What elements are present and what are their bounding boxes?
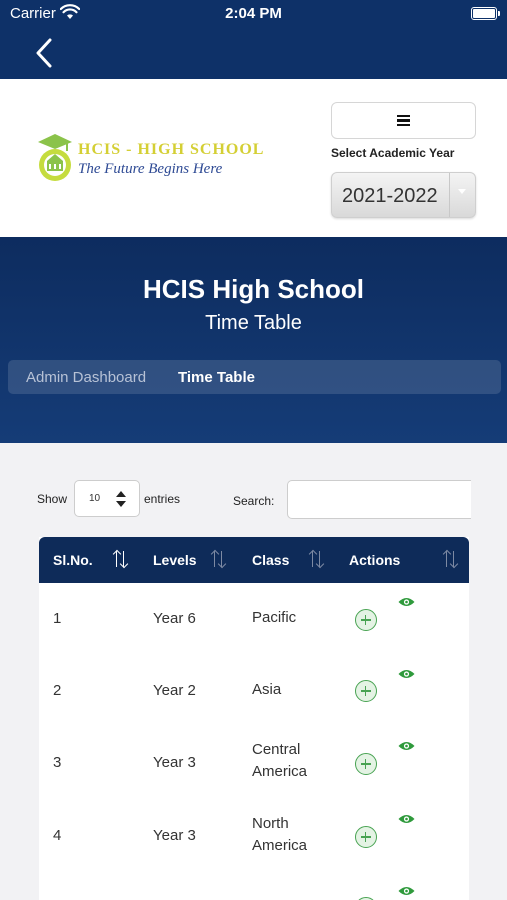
dropdown-arrow-icon — [449, 173, 475, 217]
show-label: Show — [37, 492, 68, 506]
cell-class: Pacific — [252, 609, 297, 626]
cell-level: Year 2 — [153, 682, 196, 699]
eye-icon[interactable] — [398, 668, 415, 680]
table-row: 3 Year 3 Central America — [39, 727, 469, 799]
page-title: HCIS High School — [143, 274, 364, 304]
eye-icon[interactable] — [398, 740, 415, 752]
search-label: Search: — [233, 494, 275, 508]
status-bar: Carrier 2:04 PM — [0, 0, 507, 28]
column-header-sl-no[interactable]: Sl.No. — [53, 552, 93, 568]
add-circle-icon[interactable] — [355, 753, 377, 775]
sort-icon[interactable] — [443, 551, 457, 568]
table-row: 2 Year 2 Asia — [39, 655, 469, 727]
search-input[interactable] — [287, 480, 471, 519]
cell-sl-no: 2 — [53, 682, 62, 699]
page-subtitle: Time Table — [205, 312, 302, 334]
column-header-levels[interactable]: Levels — [153, 552, 197, 568]
battery-icon — [471, 7, 500, 20]
breadcrumb: Admin Dashboard Time Table — [8, 360, 501, 394]
table-header: Sl.No. Levels Class Actions — [39, 537, 469, 583]
eye-icon[interactable] — [398, 885, 415, 897]
school-name: HCIS - HIGH SCHOOL — [78, 141, 265, 158]
table-row: 4 Year 3 North America — [39, 799, 469, 871]
column-header-class[interactable]: Class — [252, 552, 289, 568]
add-circle-icon[interactable] — [355, 826, 377, 848]
table-row — [39, 871, 469, 900]
sort-icon[interactable] — [113, 551, 127, 568]
cell-level: Year 3 — [153, 827, 196, 844]
entries-label: entries — [144, 492, 181, 506]
back-chevron-icon[interactable] — [30, 36, 60, 70]
cell-class: North America — [252, 815, 308, 854]
school-crest-icon — [38, 134, 72, 181]
menu-button[interactable] — [331, 102, 476, 139]
hamburger-menu-icon — [397, 115, 410, 126]
add-circle-icon[interactable] — [355, 609, 377, 631]
cell-sl-no: 4 — [53, 827, 62, 844]
sort-icon[interactable] — [211, 551, 225, 568]
breadcrumb-time-table: Time Table — [178, 369, 255, 386]
table-controls: Show 10 entries Search: — [0, 480, 507, 520]
navigation-bar: Carrier 2:04 PM — [0, 0, 507, 79]
cell-class: Asia — [252, 681, 282, 698]
entries-value: 10 — [89, 493, 101, 504]
cell-class: Central America — [252, 741, 308, 780]
breadcrumb-admin-dashboard[interactable]: Admin Dashboard — [26, 369, 146, 386]
app-header: HCIS - HIGH SCHOOL The Future Begins Her… — [0, 79, 507, 237]
cell-level: Year 3 — [153, 754, 196, 771]
table-row: 1 Year 6 Pacific — [39, 583, 469, 655]
eye-icon[interactable] — [398, 813, 415, 825]
cell-sl-no: 1 — [53, 610, 62, 627]
add-circle-icon[interactable] — [355, 680, 377, 702]
entries-select[interactable]: 10 — [74, 480, 140, 517]
status-time: 2:04 PM — [225, 5, 282, 22]
school-tagline: The Future Begins Here — [78, 161, 223, 177]
cell-level: Year 6 — [153, 610, 196, 627]
school-logo: HCIS - HIGH SCHOOL The Future Begins Her… — [36, 131, 276, 187]
sort-icon[interactable] — [309, 551, 323, 568]
page-hero: HCIS High School Time Table Admin Dashbo… — [0, 237, 507, 443]
timetable-table: Sl.No. Levels Class Actions 1 Year 6 Pac… — [39, 537, 469, 900]
select-arrows-icon — [116, 491, 126, 507]
academic-year-value: 2021-2022 — [342, 185, 438, 207]
cell-sl-no: 3 — [53, 754, 62, 771]
academic-year-label: Select Academic Year — [331, 146, 455, 160]
eye-icon[interactable] — [398, 596, 415, 608]
column-header-actions[interactable]: Actions — [349, 552, 400, 568]
academic-year-select[interactable]: 2021-2022 — [331, 172, 476, 218]
